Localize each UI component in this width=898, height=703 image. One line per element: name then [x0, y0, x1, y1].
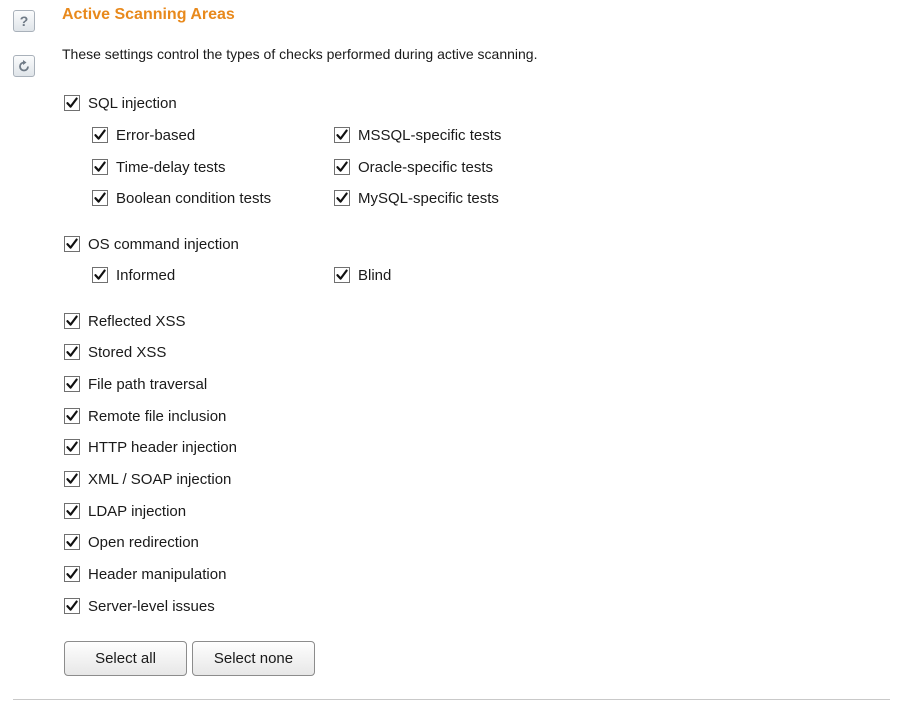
checkbox-ldap-injection[interactable]: LDAP injection: [64, 501, 186, 521]
checkbox-box[interactable]: [64, 313, 80, 329]
checkbox-label: Error-based: [116, 126, 196, 144]
checkmark-icon: [66, 473, 78, 484]
checkbox-label: Informed: [116, 266, 176, 284]
checkbox-blind[interactable]: Blind: [334, 265, 391, 285]
restore-defaults-button[interactable]: [13, 55, 35, 77]
checkbox-box[interactable]: [64, 408, 80, 424]
checkbox-label: Stored XSS: [88, 343, 167, 361]
section-title: Active Scanning Areas: [62, 6, 235, 23]
checkmark-icon: [66, 97, 78, 108]
select-none-button[interactable]: Select none: [192, 641, 315, 676]
checkbox-remote-file-inclusion[interactable]: Remote file inclusion: [64, 406, 226, 426]
checkbox-mssql-specific-tests[interactable]: MSSQL-specific tests: [334, 125, 501, 145]
select-all-button[interactable]: Select all: [64, 641, 187, 676]
checkbox-box[interactable]: [64, 566, 80, 582]
checkbox-header-manipulation[interactable]: Header manipulation: [64, 564, 226, 584]
checkbox-mysql-specific-tests[interactable]: MySQL-specific tests: [334, 188, 499, 208]
checkbox-reflected-xss[interactable]: Reflected XSS: [64, 311, 186, 331]
checkbox-box[interactable]: [64, 598, 80, 614]
checkbox-label: OS command injection: [88, 235, 239, 253]
checkbox-box[interactable]: [334, 267, 350, 283]
checkbox-server-level-issues[interactable]: Server-level issues: [64, 596, 215, 616]
bottom-divider: [13, 699, 890, 700]
checkbox-box[interactable]: [64, 236, 80, 252]
checkbox-label: MySQL-specific tests: [358, 189, 499, 207]
checkbox-os-command-injection[interactable]: OS command injection: [64, 234, 239, 254]
checkbox-box[interactable]: [92, 267, 108, 283]
checkbox-boolean-condition-tests[interactable]: Boolean condition tests: [92, 188, 271, 208]
checkbox-time-delay-tests[interactable]: Time-delay tests: [92, 157, 225, 177]
checkmark-icon: [66, 378, 78, 389]
checkmark-icon: [66, 441, 78, 452]
checkbox-oracle-specific-tests[interactable]: Oracle-specific tests: [334, 157, 493, 177]
checkbox-box[interactable]: [64, 439, 80, 455]
checkbox-box[interactable]: [334, 190, 350, 206]
checkbox-label: File path traversal: [88, 375, 208, 393]
checkmark-icon: [66, 410, 78, 421]
checkbox-label: Oracle-specific tests: [358, 158, 494, 176]
checkmark-icon: [66, 238, 78, 249]
checkbox-sql-injection[interactable]: SQL injection: [64, 93, 177, 113]
checkmark-icon: [94, 129, 106, 140]
checkbox-stored-xss[interactable]: Stored XSS: [64, 342, 166, 362]
checkbox-box[interactable]: [64, 376, 80, 392]
checkbox-box[interactable]: [64, 534, 80, 550]
checkbox-xml-soap-injection[interactable]: XML / SOAP injection: [64, 469, 231, 489]
checkbox-label: HTTP header injection: [88, 438, 237, 456]
help-button[interactable]: ?: [13, 10, 35, 32]
checkbox-label: LDAP injection: [88, 502, 187, 520]
checkbox-label: Blind: [358, 266, 392, 284]
checkbox-box[interactable]: [334, 127, 350, 143]
checkbox-label: Open redirection: [88, 533, 199, 551]
section-description: These settings control the types of chec…: [62, 46, 538, 62]
checkbox-label: Time-delay tests: [116, 158, 226, 176]
checkbox-box[interactable]: [64, 344, 80, 360]
checkbox-label: XML / SOAP injection: [88, 470, 232, 488]
checkmark-icon: [66, 505, 78, 516]
checkmark-icon: [336, 192, 348, 203]
checkbox-box[interactable]: [334, 159, 350, 175]
checkbox-label: Header manipulation: [88, 565, 227, 583]
checkmark-icon: [66, 600, 78, 611]
checkbox-label: Boolean condition tests: [116, 189, 272, 207]
checkbox-label: SQL injection: [88, 94, 177, 112]
checkmark-icon: [66, 568, 78, 579]
checkmark-icon: [94, 269, 106, 280]
checkbox-box[interactable]: [64, 503, 80, 519]
checkmark-icon: [336, 161, 348, 172]
checkmark-icon: [66, 536, 78, 547]
checkbox-label: Reflected XSS: [88, 312, 186, 330]
checkbox-box[interactable]: [64, 95, 80, 111]
checkbox-error-based[interactable]: Error-based: [92, 125, 195, 145]
checkbox-box[interactable]: [92, 127, 108, 143]
checkbox-label: Server-level issues: [88, 597, 215, 615]
checkmark-icon: [336, 269, 348, 280]
checkbox-informed[interactable]: Informed: [92, 265, 175, 285]
checkbox-box[interactable]: [92, 159, 108, 175]
checkbox-open-redirection[interactable]: Open redirection: [64, 532, 199, 552]
checkbox-label: Remote file inclusion: [88, 407, 227, 425]
checkbox-label: MSSQL-specific tests: [358, 126, 502, 144]
checkmark-icon: [336, 129, 348, 140]
checkmark-icon: [94, 161, 106, 172]
checkbox-box[interactable]: [92, 190, 108, 206]
help-icon: ?: [19, 13, 29, 29]
checkmark-icon: [66, 346, 78, 357]
checkmark-icon: [94, 192, 106, 203]
checkbox-file-path-traversal[interactable]: File path traversal: [64, 374, 207, 394]
checkmark-icon: [66, 315, 78, 326]
refresh-icon: [19, 60, 29, 72]
checkbox-http-header-injection[interactable]: HTTP header injection: [64, 437, 237, 457]
checkbox-box[interactable]: [64, 471, 80, 487]
